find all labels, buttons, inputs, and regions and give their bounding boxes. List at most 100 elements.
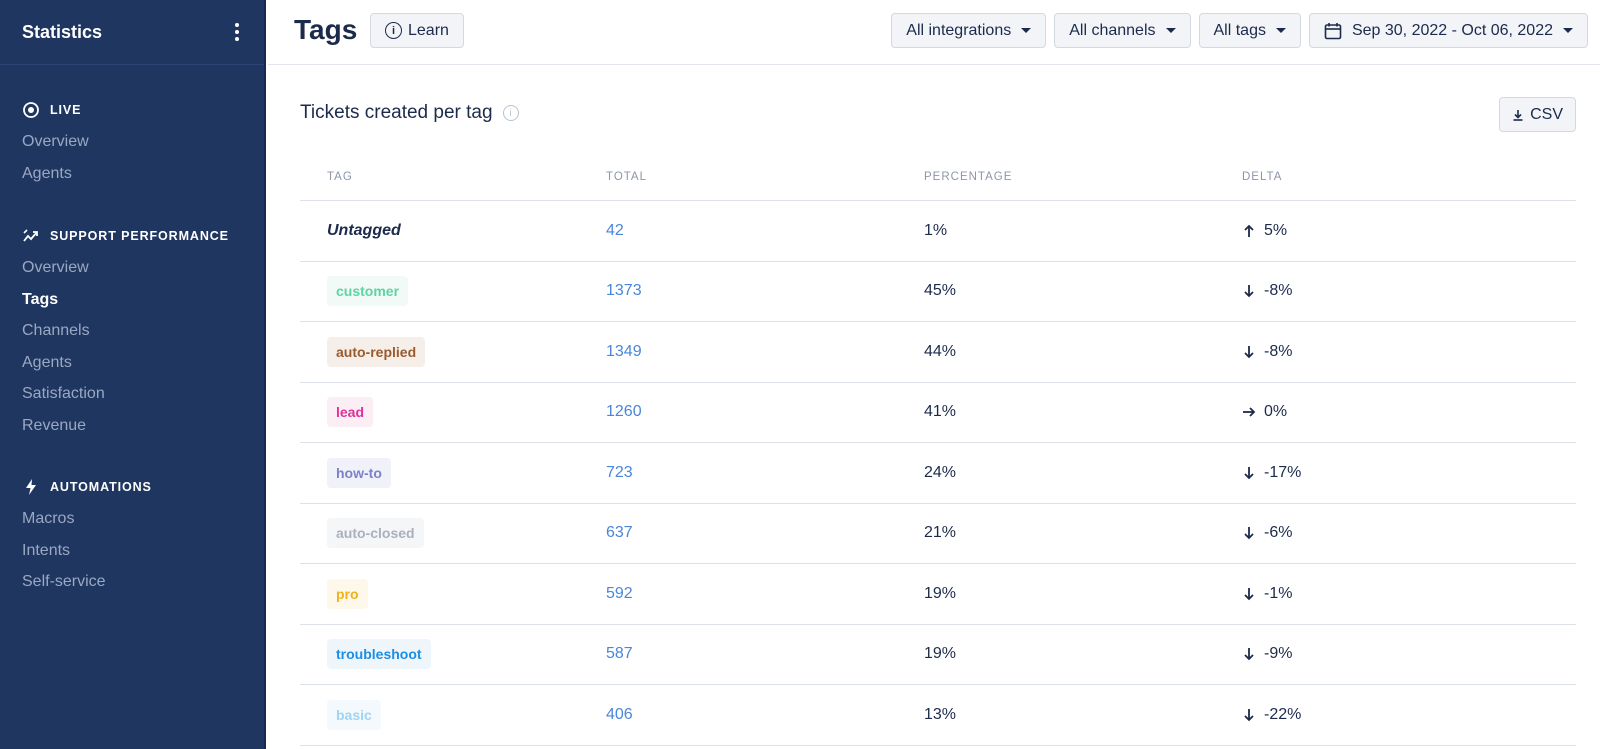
delta-cell: 5% bbox=[1242, 222, 1576, 240]
total-link[interactable]: 1349 bbox=[606, 343, 642, 360]
learn-button[interactable]: i Learn bbox=[370, 13, 464, 48]
sidebar-section-automations: AUTOMATIONS Macros Intents Self-service bbox=[0, 477, 152, 598]
delta-value: -1% bbox=[1264, 584, 1293, 602]
percentage-cell: 45% bbox=[924, 282, 957, 300]
tag-pill[interactable]: how-to bbox=[327, 457, 391, 488]
tag-cell: how-to bbox=[300, 457, 606, 488]
sidebar-item-tags[interactable]: Tags bbox=[22, 284, 229, 316]
sidebar-item-overview[interactable]: Overview bbox=[22, 252, 229, 284]
sidebar-section-title: AUTOMATIONS bbox=[50, 480, 152, 494]
channels-filter[interactable]: All channels bbox=[1054, 13, 1191, 48]
arrow-down-icon bbox=[1244, 345, 1254, 359]
total-link[interactable]: 1373 bbox=[606, 282, 642, 299]
total-link[interactable]: 406 bbox=[606, 706, 633, 723]
live-icon bbox=[23, 102, 39, 118]
percentage-cell: 21% bbox=[924, 524, 957, 542]
sidebar-item-macros[interactable]: Macros bbox=[22, 503, 152, 535]
delta-value: -8% bbox=[1264, 342, 1293, 360]
tag-cell: basic bbox=[300, 699, 606, 730]
integrations-filter[interactable]: All integrations bbox=[891, 13, 1047, 48]
column-header-delta[interactable]: DELTA bbox=[1242, 171, 1576, 183]
sidebar-item-channels[interactable]: Channels bbox=[22, 315, 229, 347]
caret-down-icon bbox=[1275, 28, 1286, 33]
sidebar-section-support-performance: SUPPORT PERFORMANCE Overview Tags Channe… bbox=[0, 226, 229, 441]
tags-filter[interactable]: All tags bbox=[1198, 13, 1301, 48]
tag-cell: pro bbox=[300, 578, 606, 609]
card-title-text: Tickets created per tag bbox=[300, 102, 493, 123]
tag-pill[interactable]: customer bbox=[327, 276, 409, 307]
delta-cell: 0% bbox=[1242, 403, 1576, 421]
sidebar-item-agents[interactable]: Agents bbox=[22, 347, 229, 379]
total-cell: 1349 bbox=[606, 343, 924, 361]
column-header-percentage[interactable]: PERCENTAGE bbox=[924, 171, 1242, 183]
total-cell: 406 bbox=[606, 706, 924, 724]
total-link[interactable]: 42 bbox=[606, 222, 624, 239]
date-range-label: Sep 30, 2022 - Oct 06, 2022 bbox=[1351, 21, 1553, 39]
sidebar-item-live-overview[interactable]: Overview bbox=[22, 126, 89, 158]
total-cell: 637 bbox=[606, 524, 924, 542]
caret-down-icon bbox=[1165, 28, 1176, 33]
csv-download-button[interactable]: CSV bbox=[1499, 97, 1576, 132]
arrow-down-icon bbox=[1244, 527, 1254, 540]
calendar-icon bbox=[1324, 22, 1342, 39]
delta-value: -9% bbox=[1264, 645, 1293, 663]
table-row: basic 406 13% -22% bbox=[300, 685, 1576, 746]
table-body: Untagged 42 1% 5% customer 1373 45% -8% … bbox=[300, 201, 1576, 746]
sidebar-item-satisfaction[interactable]: Satisfaction bbox=[22, 378, 229, 410]
arrow-right-icon bbox=[1243, 407, 1256, 417]
total-cell: 1260 bbox=[606, 403, 924, 421]
arrow-down-icon bbox=[1244, 648, 1254, 661]
percentage-cell: 19% bbox=[924, 584, 957, 602]
learn-label: Learn bbox=[408, 21, 449, 39]
total-link[interactable]: 723 bbox=[606, 464, 633, 481]
arrow-down-icon bbox=[1244, 466, 1254, 480]
total-link[interactable]: 1260 bbox=[606, 403, 642, 420]
tag-pill[interactable]: pro bbox=[327, 578, 368, 609]
top-bar: Tags i Learn All integrations All channe… bbox=[268, 0, 1600, 65]
tag-pill[interactable]: lead bbox=[327, 397, 374, 428]
total-link[interactable]: 587 bbox=[606, 645, 633, 662]
tag-cell: customer bbox=[300, 276, 606, 307]
more-options-icon[interactable] bbox=[232, 23, 242, 41]
channels-filter-label: All channels bbox=[1069, 21, 1156, 39]
arrow-down-icon bbox=[1244, 285, 1254, 298]
sidebar-item-self-service[interactable]: Self-service bbox=[22, 566, 152, 598]
integrations-filter-label: All integrations bbox=[906, 21, 1012, 39]
delta-value: 0% bbox=[1264, 403, 1288, 421]
date-range-filter[interactable]: Sep 30, 2022 - Oct 06, 2022 bbox=[1308, 13, 1588, 48]
tag-pill[interactable]: troubleshoot bbox=[327, 639, 431, 670]
filters: All integrations All channels All tags S… bbox=[891, 13, 1588, 48]
main-content: Tickets created per tag i CSV TAG TOTAL … bbox=[268, 65, 1600, 749]
percentage-cell: 19% bbox=[924, 645, 957, 663]
tag-pill[interactable]: basic bbox=[327, 699, 381, 730]
total-link[interactable]: 637 bbox=[606, 524, 633, 541]
percentage-cell: 13% bbox=[924, 705, 957, 723]
arrow-up-icon bbox=[1244, 224, 1254, 237]
percentage-cell: 44% bbox=[924, 342, 957, 360]
percentage-cell: 1% bbox=[924, 221, 948, 239]
info-icon[interactable]: i bbox=[502, 105, 519, 121]
tags-filter-label: All tags bbox=[1213, 21, 1266, 39]
sidebar-item-live-agents[interactable]: Agents bbox=[22, 158, 89, 190]
sidebar-item-revenue[interactable]: Revenue bbox=[22, 410, 229, 442]
sidebar-section-live: LIVE Overview Agents bbox=[0, 100, 89, 189]
column-header-tag[interactable]: TAG bbox=[300, 171, 606, 183]
delta-cell: -1% bbox=[1242, 585, 1576, 603]
sidebar-item-intents[interactable]: Intents bbox=[22, 535, 152, 567]
tag-pill[interactable]: auto-replied bbox=[327, 336, 426, 367]
delta-cell: -17% bbox=[1242, 464, 1576, 482]
info-icon: i bbox=[385, 22, 402, 39]
total-cell: 1373 bbox=[606, 282, 924, 300]
delta-cell: -8% bbox=[1242, 282, 1576, 300]
sidebar-section-title: SUPPORT PERFORMANCE bbox=[50, 229, 229, 243]
arrow-down-icon bbox=[1244, 587, 1254, 601]
table-row: pro 592 19% -1% bbox=[300, 564, 1576, 625]
total-cell: 42 bbox=[606, 222, 924, 240]
tag-pill[interactable]: auto-closed bbox=[327, 518, 424, 549]
column-header-total[interactable]: TOTAL bbox=[606, 171, 924, 183]
total-link[interactable]: 592 bbox=[606, 585, 633, 602]
delta-value: -6% bbox=[1264, 524, 1293, 542]
table-row: customer 1373 45% -8% bbox=[300, 262, 1576, 322]
tag-cell: auto-replied bbox=[300, 336, 606, 367]
delta-cell: -9% bbox=[1242, 645, 1576, 663]
